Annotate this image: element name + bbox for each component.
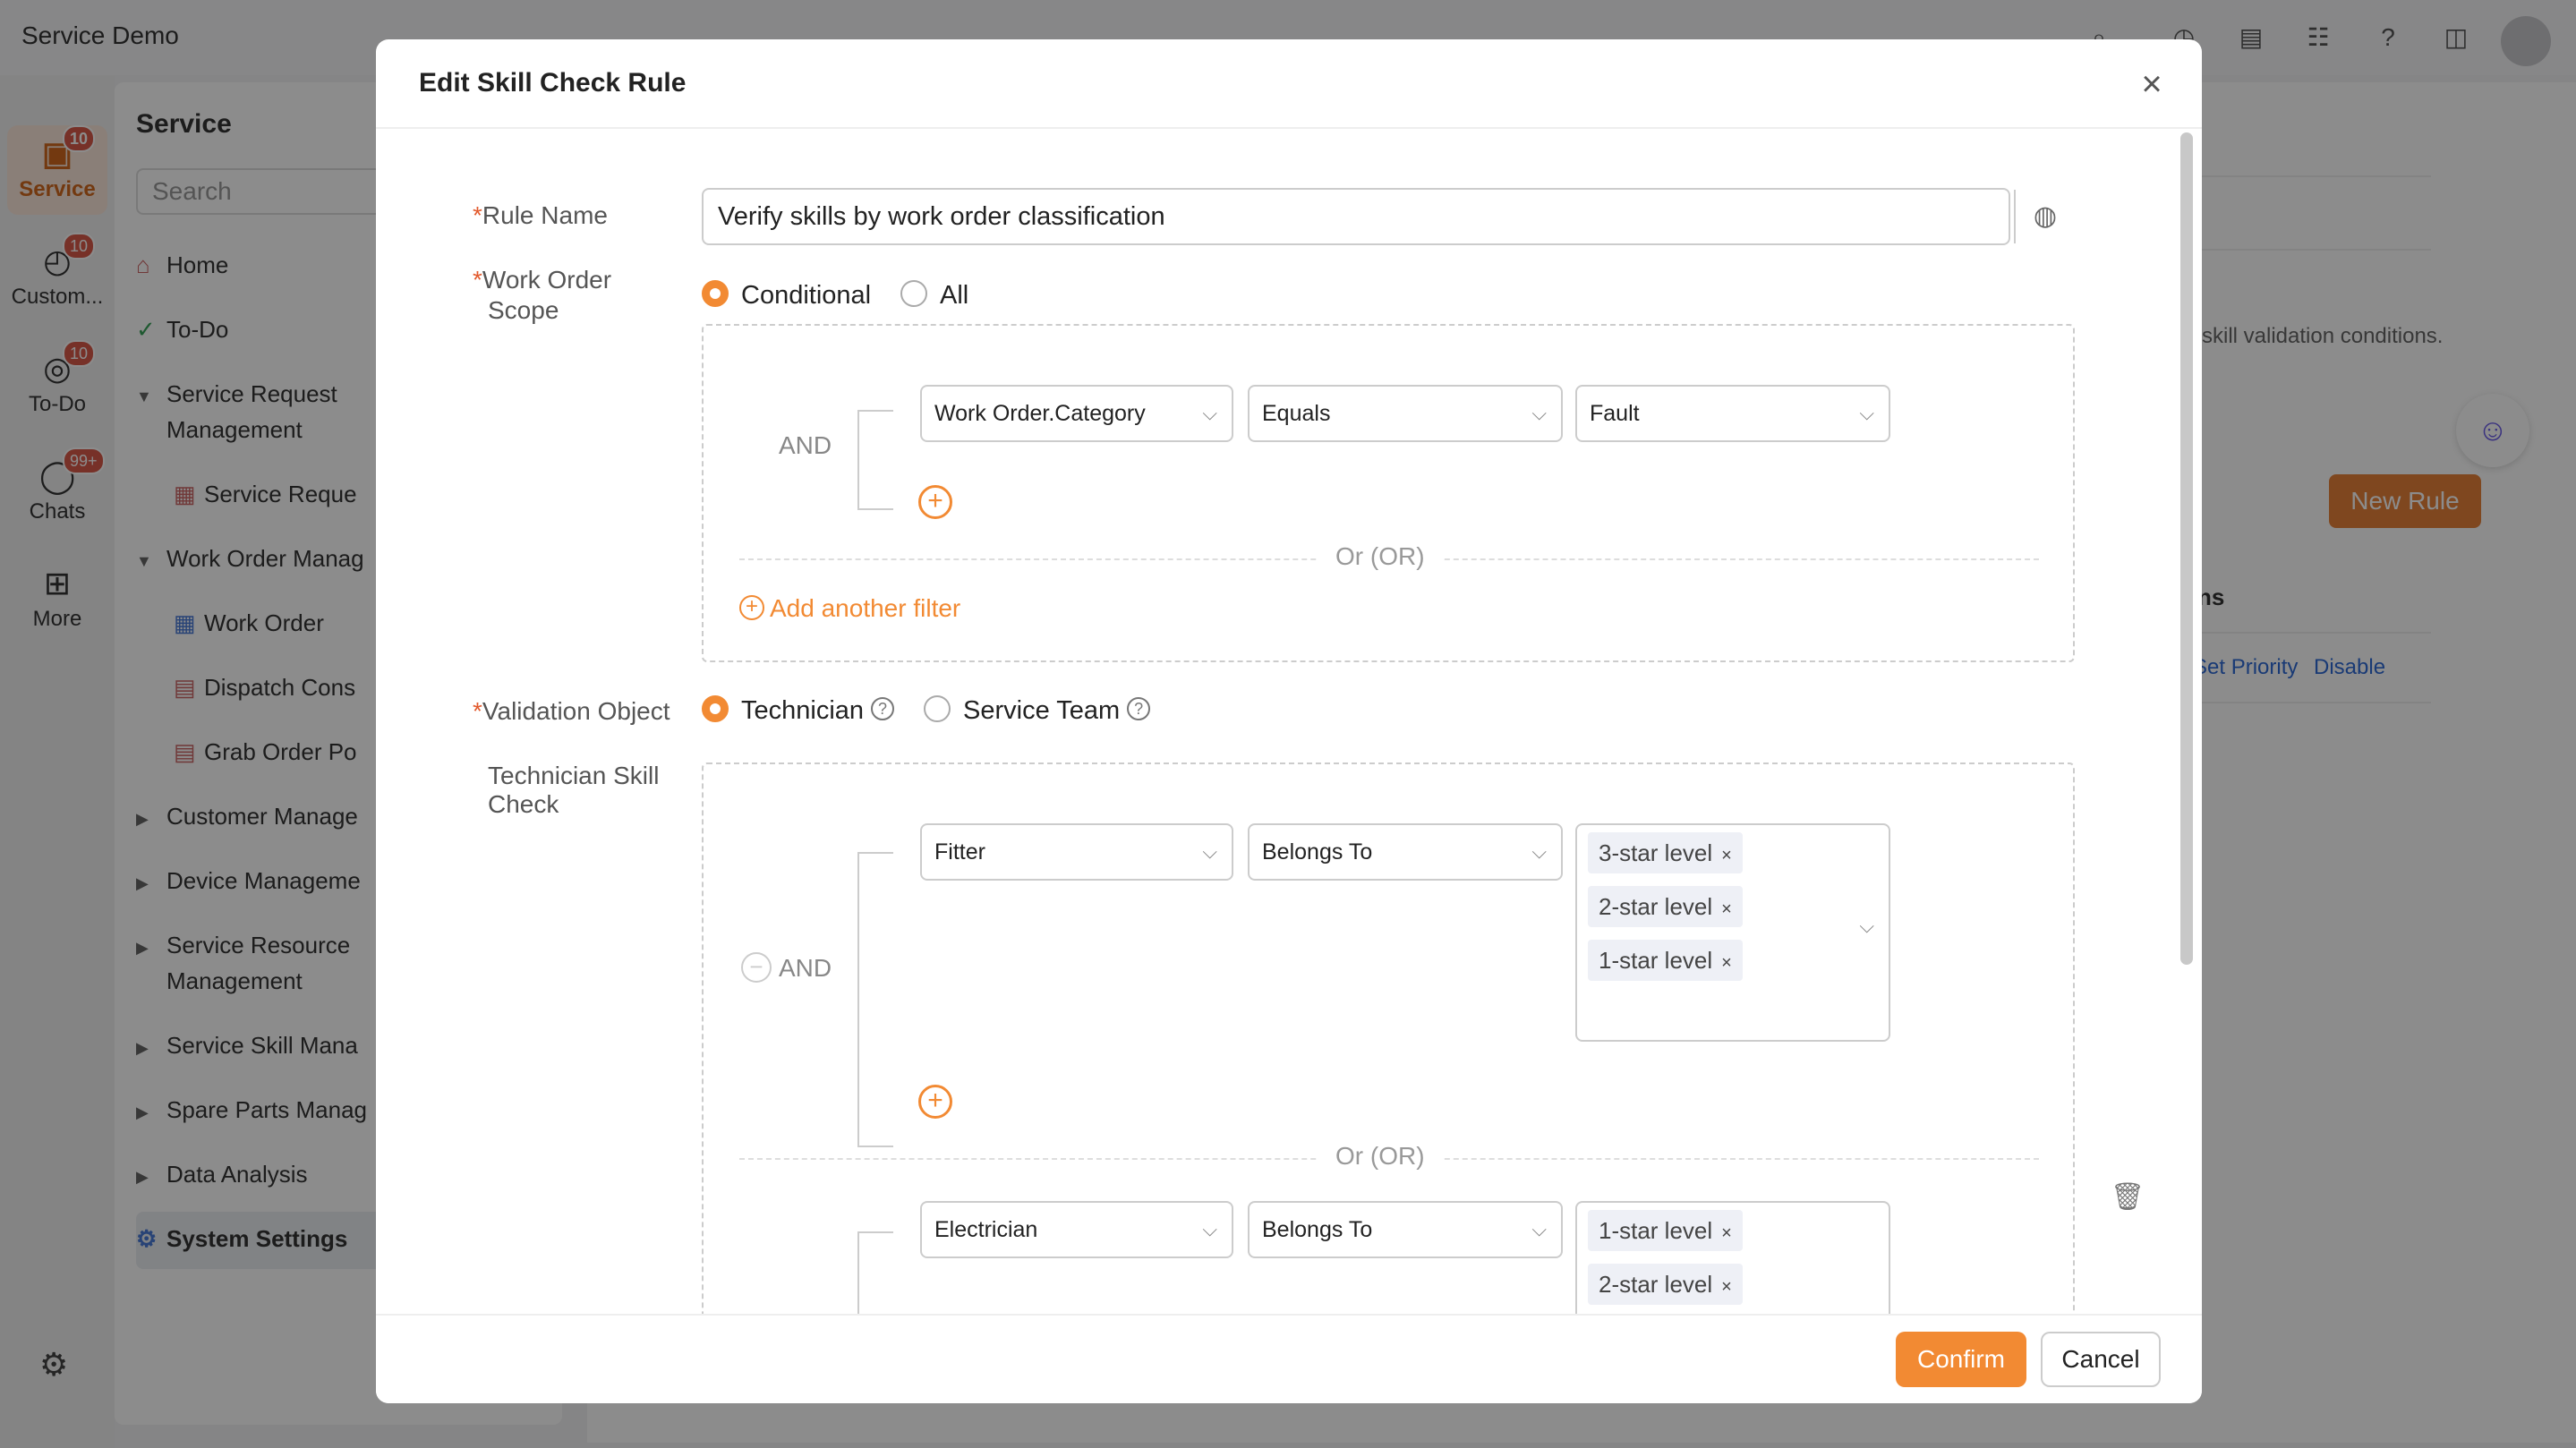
rule-name-label: *Rule Name [473, 201, 608, 229]
add-condition-plus-icon[interactable]: + [918, 1085, 952, 1119]
close-icon[interactable]: × [2128, 61, 2175, 107]
required-mark: * [473, 266, 482, 294]
help-icon[interactable]: ? [1127, 697, 1151, 721]
chevron-down-icon: ⌵ [1531, 402, 1547, 424]
radio-checked [702, 695, 729, 723]
scope-operator-select[interactable]: Equals ⌵ [1248, 385, 1563, 442]
tag-remove-icon[interactable]: × [1721, 1223, 1732, 1243]
tag-1-star: 1-star level × [1588, 1210, 1743, 1251]
or-label: Or (OR) [1319, 542, 1441, 571]
radio-unchecked [924, 695, 951, 723]
chevron-down-icon: ⌵ [1531, 840, 1547, 863]
tag-3-star: 3-star level × [1588, 832, 1743, 873]
and-bracket [857, 852, 893, 1147]
scope-label-line2: Scope [488, 296, 559, 324]
chevron-down-icon: ⌵ [1859, 402, 1874, 424]
validation-radio-service-team[interactable]: Service Team? [924, 694, 1151, 727]
modal-scrollbar[interactable] [2180, 132, 2193, 965]
skill-check-label-line2: Check [488, 790, 559, 818]
skill-field-select-1[interactable]: Fitter ⌵ [920, 823, 1233, 881]
radio-unchecked [900, 280, 927, 308]
scope-value-select[interactable]: Fault ⌵ [1575, 385, 1890, 442]
skill-and-label: AND [779, 954, 832, 982]
minus-circle-icon[interactable]: − [741, 952, 772, 983]
required-mark: * [473, 201, 482, 229]
edit-rule-modal: Edit Skill Check Rule × *Rule Name ◍ *Wo… [376, 39, 2202, 1403]
add-filter-link[interactable]: + Add another filter [739, 594, 960, 623]
chevron-down-icon: ⌵ [1859, 915, 1874, 937]
help-icon[interactable]: ? [871, 697, 895, 721]
tag-remove-icon[interactable]: × [1721, 899, 1732, 919]
rule-name-input[interactable] [702, 188, 2010, 245]
scope-label: *Work Order [473, 266, 612, 294]
tag-remove-icon[interactable]: × [1721, 846, 1732, 865]
scope-radio-conditional[interactable]: Conditional [702, 279, 871, 311]
plus-circle-icon: + [739, 594, 764, 620]
and-bracket [857, 410, 893, 510]
radio-checked [702, 280, 729, 308]
scope-field-select[interactable]: Work Order.Category ⌵ [920, 385, 1233, 442]
header-divider [376, 127, 2202, 129]
skill-check-label: Technician Skill [488, 762, 660, 789]
chevron-down-icon: ⌵ [1202, 1218, 1217, 1240]
trash-icon[interactable]: 🗑 [2111, 1181, 2145, 1213]
scope-radio-all[interactable]: All [900, 279, 968, 311]
cancel-button[interactable]: Cancel [2041, 1332, 2161, 1387]
chevron-down-icon: ⌵ [1202, 840, 1217, 863]
modal-title: Edit Skill Check Rule [419, 68, 687, 98]
tag-1-star: 1-star level × [1588, 940, 1743, 981]
tag-2-star: 2-star level × [1588, 1264, 1743, 1305]
chevron-down-icon: ⌵ [1202, 402, 1217, 424]
skill-level-multiselect-1[interactable]: 3-star level × 2-star level × 1-star level… [1575, 823, 1890, 1042]
validation-label: *Validation Object [473, 697, 670, 725]
skill-field-select-2[interactable]: Electrician ⌵ [920, 1201, 1233, 1258]
or-label: Or (OR) [1319, 1142, 1441, 1171]
validation-radio-technician[interactable]: Technician? [702, 694, 895, 727]
skill-operator-select-1[interactable]: Belongs To ⌵ [1248, 823, 1563, 881]
confirm-button[interactable]: Confirm [1896, 1332, 2026, 1387]
required-mark: * [473, 697, 482, 725]
tag-2-star: 2-star level × [1588, 886, 1743, 927]
skill-operator-select-2[interactable]: Belongs To ⌵ [1248, 1201, 1563, 1258]
scope-and-label: AND [779, 431, 832, 459]
globe-icon[interactable]: ◍ [2014, 190, 2075, 243]
tag-remove-icon[interactable]: × [1721, 1277, 1732, 1297]
tag-remove-icon[interactable]: × [1721, 953, 1732, 973]
add-condition-plus-icon[interactable]: + [918, 485, 952, 519]
chevron-down-icon: ⌵ [1531, 1218, 1547, 1240]
footer-divider [376, 1314, 2202, 1316]
